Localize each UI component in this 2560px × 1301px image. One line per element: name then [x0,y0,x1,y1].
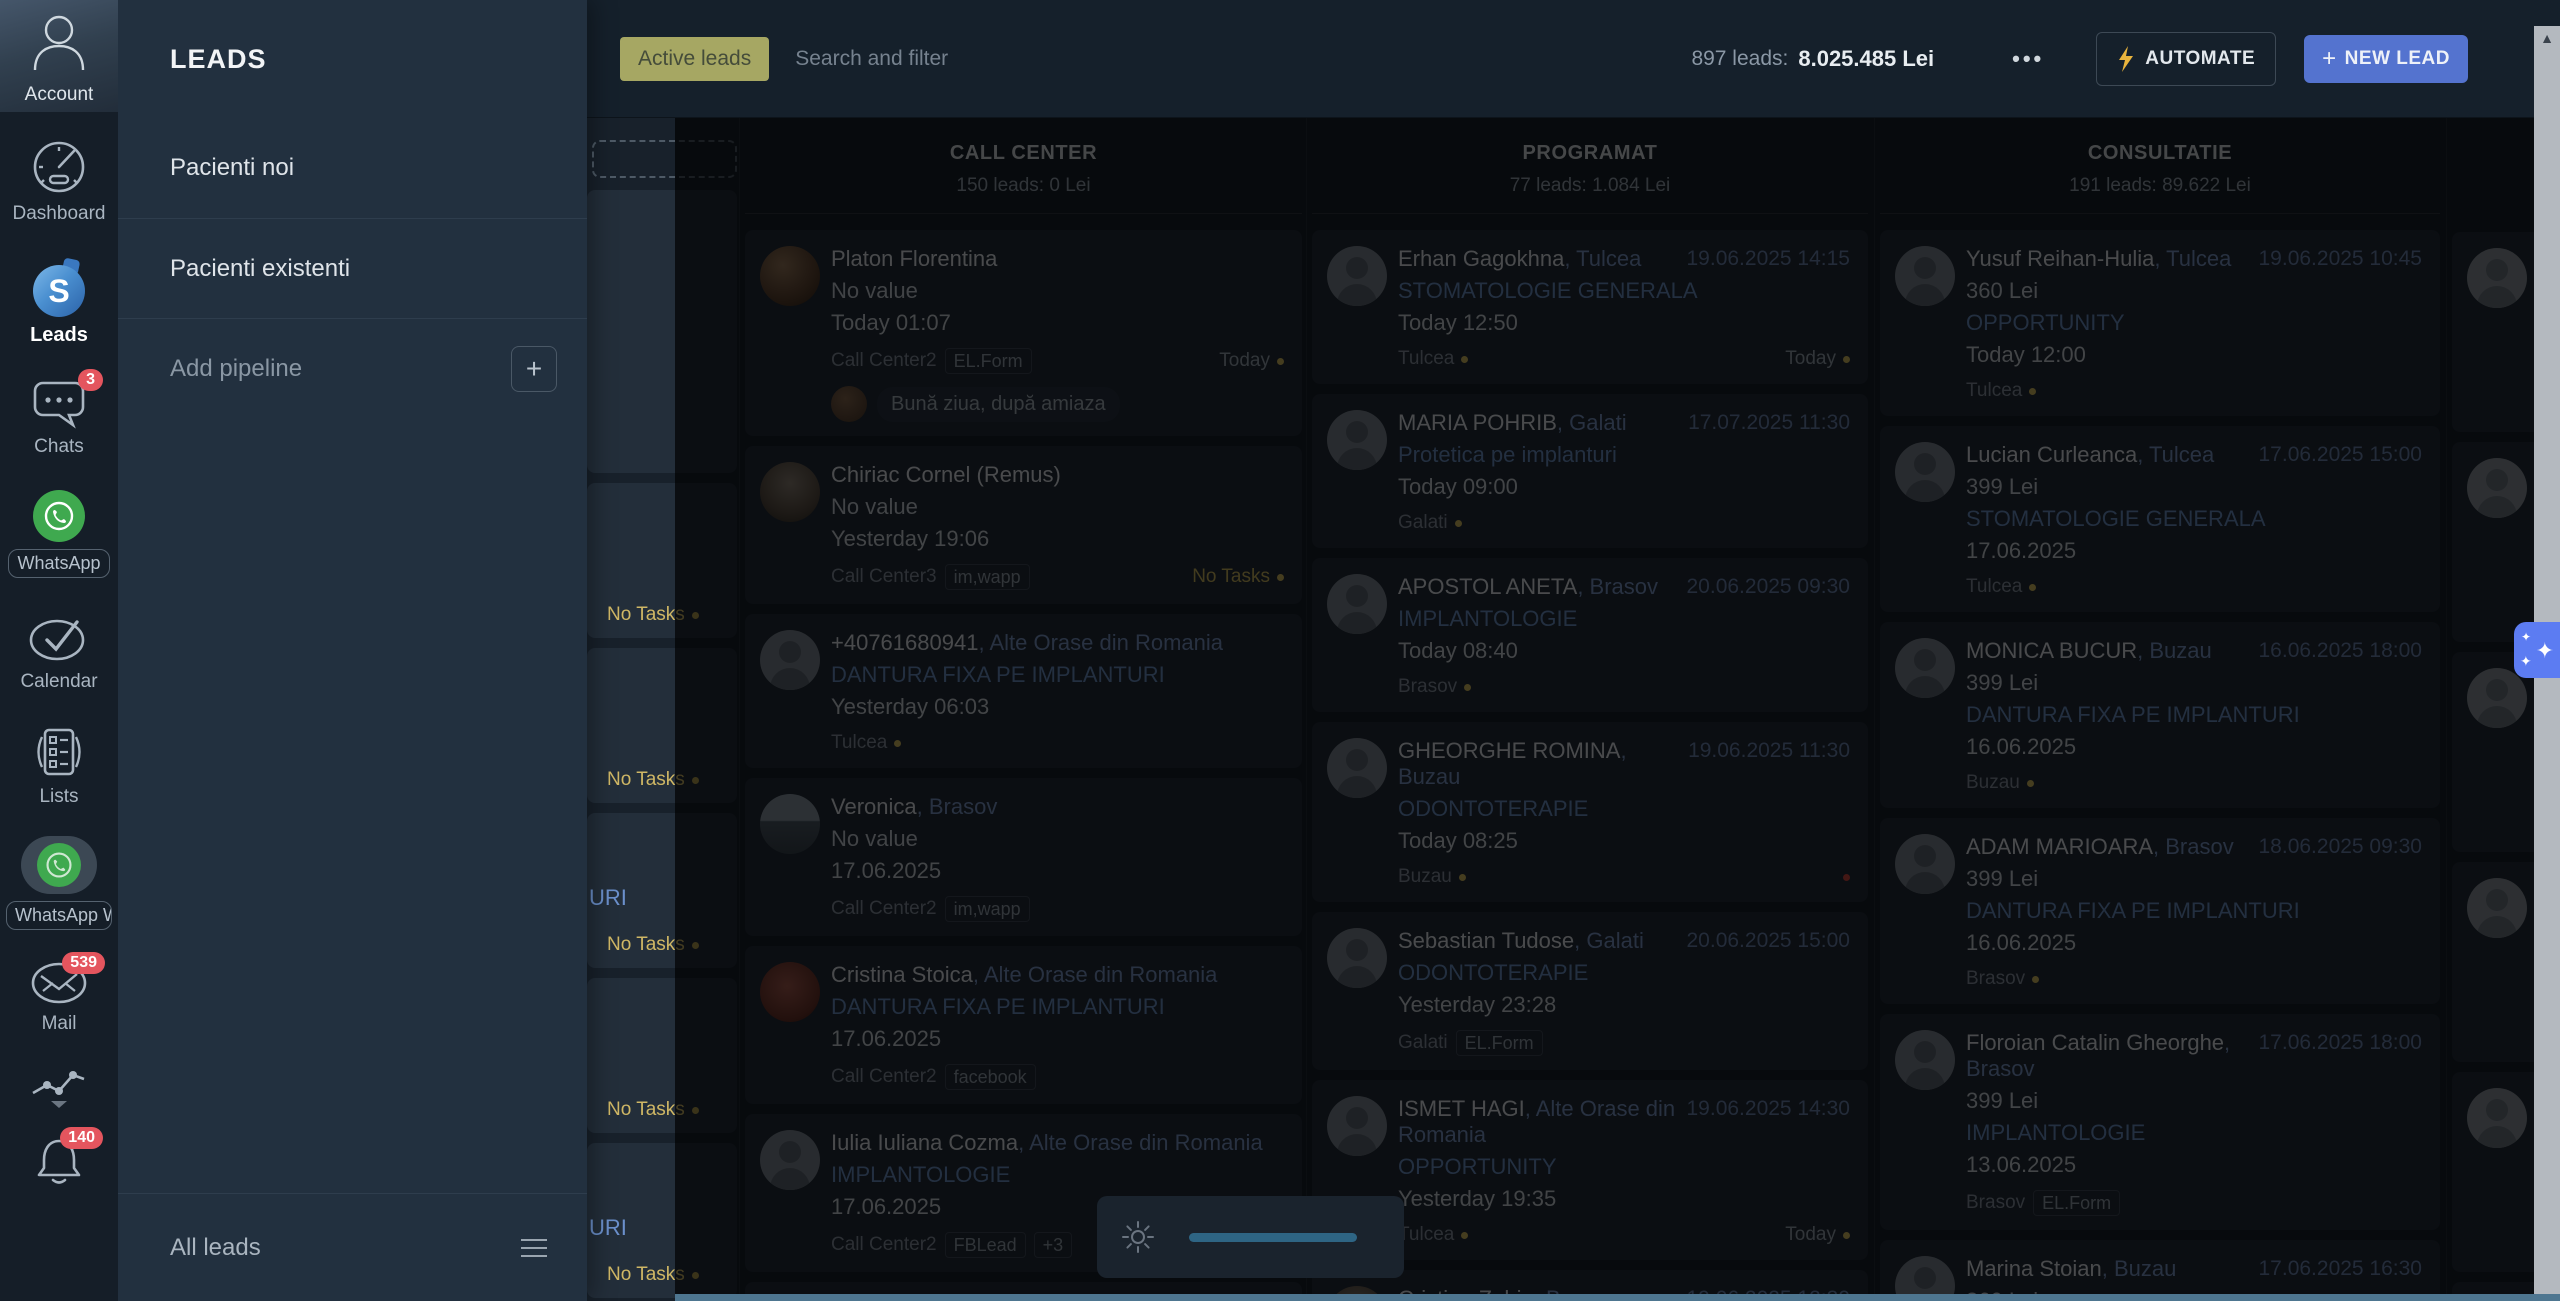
sidebar-label: Mail [41,1013,77,1034]
spinner-sun-icon [1122,1221,1154,1253]
loading-indicator [1097,1196,1404,1278]
account-tile[interactable]: Account [0,0,118,112]
sidebar-item-whatsapp-2[interactable]: WhatsApp W [6,836,112,930]
leads-s-logo-icon: S [30,257,88,317]
sidebar-item-lists[interactable]: Lists [30,725,88,808]
task-status-label: No Tasks [607,1099,685,1120]
kanban-board: No Tasks No Tasks URI No Tasks No Tasks URI No… [587,118,2560,1301]
lists-icon [30,725,88,779]
stats-icon [29,1065,89,1109]
whatsapp-icon [21,836,97,894]
sidebar-item-stats[interactable] [29,1065,89,1109]
add-pipeline-label: Add pipeline [170,354,303,382]
task-status-label: No Tasks [607,769,685,790]
list-view-icon[interactable] [521,1238,547,1257]
chats-badge: 3 [78,369,103,391]
bell-icon: 140 [31,1127,103,1189]
new-lead-button[interactable]: + NEW LEAD [2304,34,2468,83]
calendar-check-icon [27,614,91,664]
sidebar-item-dashboard[interactable]: Dashboard [12,138,106,225]
pipeline-switcher-panel: LEADS Pacienti noi Pacienti existenti Ad… [118,0,587,1301]
sparkles-icon: ✦ [2535,638,2554,663]
partial-left-column: No Tasks No Tasks URI No Tasks No Tasks URI No… [587,190,737,1301]
bottom-edge-strip [675,1294,2560,1301]
sidebar-label: WhatsApp [8,549,110,578]
sidebar-label: WhatsApp W [6,901,112,930]
app-sidebar: Account Dashboard S Leads 3 Chats WhatsA… [0,0,118,1301]
account-label: Account [24,84,94,105]
pipeline-item-label: Pacienti noi [170,154,295,181]
sidebar-item-mail[interactable]: 539 Mail [29,952,105,1035]
progress-bar [1189,1232,1357,1242]
modal-dim-overlay[interactable] [675,118,2534,1301]
plus-icon: + [2322,45,2337,72]
account-person-icon [33,15,85,71]
top-toolbar: Active leads Search and filter 897 leads… [587,0,2560,118]
dashboard-icon [30,138,88,196]
automate-button[interactable]: AUTOMATE [2096,31,2277,86]
active-leads-filter-chip[interactable]: Active leads [620,36,770,81]
new-lead-label: NEW LEAD [2344,47,2450,69]
automate-label: AUTOMATE [2145,47,2256,69]
sidebar-label: Dashboard [12,203,106,224]
task-status-label: No Tasks [607,604,685,625]
leads-total-sum: 8.025.485 Lei [1798,45,1935,71]
sidebar-item-notifications[interactable]: 140 [31,1127,103,1189]
sparkle-small-icon: ✦ [2520,653,2532,669]
all-leads-row[interactable]: All leads [118,1193,587,1301]
sidebar-label: Leads [30,324,88,346]
ai-assistant-button[interactable]: ✦ ✦ ✦ [2514,622,2560,678]
add-pipeline-row: Add pipeline + [118,318,587,418]
leads-total-count: 897 leads: [1691,46,1789,70]
sidebar-label: Lists [39,786,79,807]
notifications-badge: 140 [60,1127,103,1149]
chats-icon: 3 [31,369,103,429]
scroll-up-arrow-icon[interactable]: ▲ [2534,30,2560,46]
sparkle-small-icon: ✦ [2521,630,2532,644]
task-status-label: No Tasks [607,934,685,955]
panel-title: LEADS [170,43,267,74]
more-options-icon[interactable]: ••• [2012,46,2044,72]
whatsapp-icon [32,490,85,542]
task-status-label: No Tasks [607,1264,685,1285]
add-pipeline-button[interactable]: + [511,345,557,392]
sidebar-label: Calendar [20,671,98,692]
pipeline-item-pacienti-existenti[interactable]: Pacienti existenti [118,218,587,318]
lead-stage-fragment: URI [589,885,627,910]
sidebar-item-chats[interactable]: 3 Chats [31,369,103,458]
sidebar-item-leads[interactable]: S Leads [30,257,88,347]
sidebar-item-whatsapp[interactable]: WhatsApp [8,490,110,578]
all-leads-label: All leads [170,1233,261,1261]
sidebar-label: Chats [34,436,84,457]
leads-pipeline-page: No Tasks No Tasks URI No Tasks No Tasks URI No… [0,0,2560,1301]
lead-stage-fragment: URI [589,1215,627,1240]
search-input[interactable]: Search and filter [795,47,948,71]
mail-icon: 539 [29,952,105,1006]
mail-badge: 539 [62,952,105,974]
pipeline-item-pacienti-noi[interactable]: Pacienti noi [118,118,587,218]
lightning-icon [2119,45,2134,72]
pipeline-item-label: Pacienti existenti [170,254,351,282]
sidebar-item-calendar[interactable]: Calendar [20,614,98,693]
